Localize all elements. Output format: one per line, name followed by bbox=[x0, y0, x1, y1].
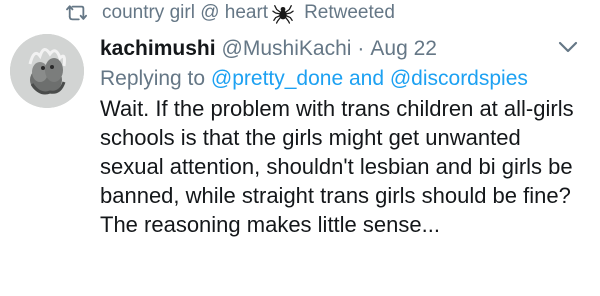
retweeter-name[interactable]: country girl @ heart bbox=[102, 2, 268, 24]
spider-icon bbox=[272, 5, 294, 24]
retweet-icon bbox=[66, 5, 87, 21]
tweet-header: kachimushi @MushiKachi · Aug 22 bbox=[100, 34, 592, 64]
avatar[interactable] bbox=[10, 34, 84, 108]
tweet-content: kachimushi @MushiKachi · Aug 22 Replying… bbox=[100, 34, 592, 239]
user-handle[interactable]: @MushiKachi bbox=[222, 34, 352, 64]
tweet-date[interactable]: Aug 22 bbox=[370, 34, 437, 64]
chevron-down-icon[interactable] bbox=[558, 40, 578, 54]
retweet-context: country girl @ heart Retweeted bbox=[66, 0, 395, 26]
retweeted-label: Retweeted bbox=[304, 2, 395, 23]
avatar-image bbox=[10, 34, 84, 108]
replying-mentions[interactable]: @pretty_done and @discordspies bbox=[211, 67, 528, 90]
separator-dot: · bbox=[357, 37, 365, 60]
tweet-text: Wait. If the problem with trans children… bbox=[100, 96, 574, 237]
display-name[interactable]: kachimushi bbox=[100, 34, 216, 64]
replying-prefix: Replying to bbox=[100, 67, 206, 90]
replying-to: Replying to @pretty_done and @discordspi… bbox=[100, 64, 592, 94]
